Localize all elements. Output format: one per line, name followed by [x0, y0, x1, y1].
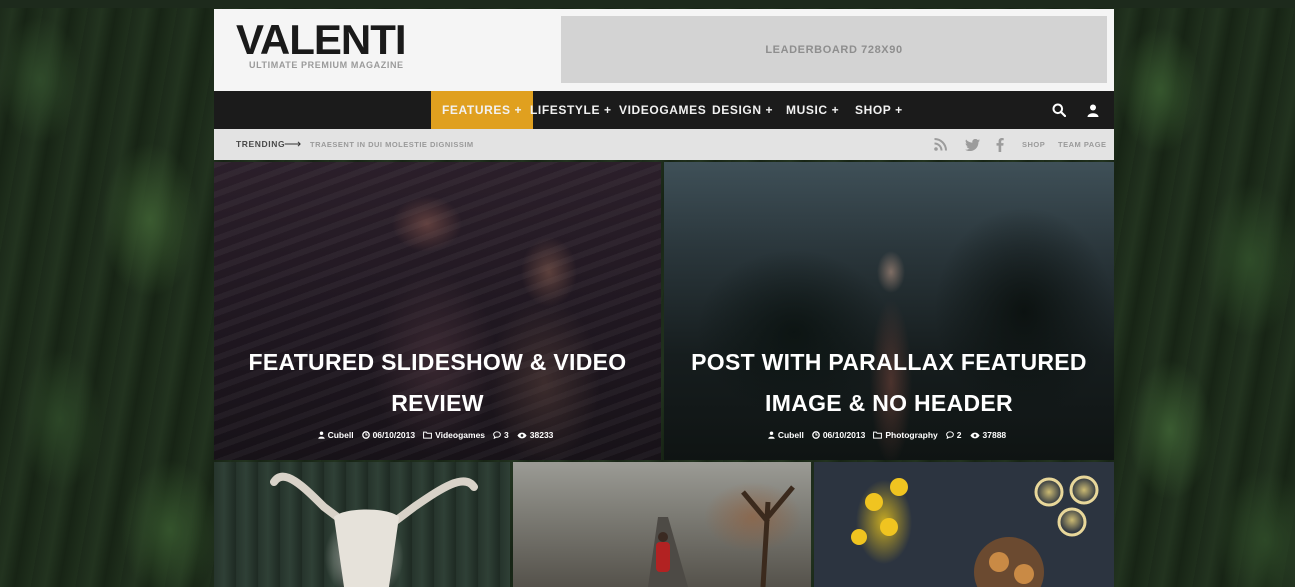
logo-title: VALENTI: [236, 16, 407, 63]
post-category[interactable]: Photography: [885, 430, 937, 440]
comment-icon: [945, 431, 954, 439]
road-walker-image: [648, 485, 795, 587]
trending-headline[interactable]: TRAESENT IN DUI MOLESTIE DIGNISSIM: [310, 129, 474, 160]
featured-post-title[interactable]: POST WITH PARALLAX FEATURED IMAGE & NO H…: [664, 342, 1114, 424]
clock-icon: [361, 431, 370, 439]
folder-icon: [873, 431, 883, 439]
logo-tagline: ULTIMATE PREMIUM MAGAZINE: [249, 60, 404, 70]
featured-post-title[interactable]: FEATURED SLIDESHOW & VIDEO REVIEW: [214, 342, 661, 424]
nav-item-shop[interactable]: SHOP +: [855, 91, 903, 129]
clock-icon: [811, 431, 820, 439]
nav-item-design[interactable]: DESIGN +: [712, 91, 773, 129]
eye-icon: [969, 432, 980, 438]
post-author[interactable]: Cubell: [328, 430, 354, 440]
nav-item-videogames[interactable]: VIDEOGAMES: [619, 91, 706, 129]
shop-link[interactable]: SHOP: [1022, 129, 1045, 160]
team-page-link[interactable]: TEAM PAGE: [1058, 129, 1107, 160]
comment-count[interactable]: 2: [957, 430, 962, 440]
site-logo[interactable]: VALENTI ULTIMATE PREMIUM MAGAZINE: [236, 16, 407, 71]
nav-item-features[interactable]: FEATURES +: [431, 91, 534, 129]
twitter-icon[interactable]: [965, 129, 980, 160]
eye-icon: [517, 432, 527, 438]
post-thumbnail-2[interactable]: [513, 462, 811, 587]
nav-item-music[interactable]: MUSIC +: [786, 91, 839, 129]
site-container: VALENTI ULTIMATE PREMIUM MAGAZINE LEADER…: [214, 9, 1114, 587]
featured-title-line: POST WITH PARALLAX FEATURED: [691, 349, 1087, 375]
site-header: VALENTI ULTIMATE PREMIUM MAGAZINE LEADER…: [214, 9, 1114, 91]
featured-post-2[interactable]: POST WITH PARALLAX FEATURED IMAGE & NO H…: [664, 162, 1114, 460]
daffodils-lemons-image: [851, 475, 1099, 587]
view-count: 37888: [982, 430, 1007, 440]
trending-label: TRENDING: [236, 139, 286, 149]
post-meta: Cubell 06/10/2013 Photography 2 37888: [664, 430, 1114, 440]
featured-post-1[interactable]: FEATURED SLIDESHOW & VIDEO REVIEW Cubell…: [214, 162, 661, 460]
user-icon: [317, 431, 325, 439]
leaderboard-ad[interactable]: LEADERBOARD 728X90: [561, 16, 1107, 83]
view-count: 38233: [529, 430, 554, 440]
post-thumbnail-3[interactable]: [814, 462, 1114, 587]
skull-horns-image: [270, 472, 478, 587]
user-icon[interactable]: [1087, 91, 1099, 129]
post-author[interactable]: Cubell: [778, 430, 804, 440]
facebook-icon[interactable]: [996, 129, 1004, 160]
trending-bar: TRENDING ⟶ TRAESENT IN DUI MOLESTIE DIGN…: [214, 129, 1114, 160]
search-icon[interactable]: [1052, 91, 1066, 129]
top-strip: [0, 0, 1295, 8]
featured-title-line: FEATURED SLIDESHOW & VIDEO: [248, 349, 627, 375]
featured-title-line: IMAGE & NO HEADER: [765, 390, 1013, 416]
rss-icon[interactable]: [934, 129, 947, 160]
nav-item-lifestyle[interactable]: LIFESTYLE +: [530, 91, 612, 129]
post-date: 06/10/2013: [372, 430, 416, 440]
post-category[interactable]: Videogames: [435, 430, 485, 440]
post-thumbnail-1[interactable]: [214, 462, 510, 587]
comment-count[interactable]: 3: [504, 430, 509, 440]
comment-icon: [493, 431, 501, 439]
main-nav: FEATURES + LIFESTYLE + VIDEOGAMES DESIGN…: [214, 91, 1114, 129]
post-meta: Cubell 06/10/2013 Videogames 3 38233: [214, 430, 661, 440]
user-icon: [768, 431, 775, 439]
folder-icon: [423, 431, 433, 439]
featured-title-line: REVIEW: [391, 390, 484, 416]
post-date: 06/10/2013: [822, 430, 866, 440]
arrow-right-icon: ⟶: [284, 137, 302, 151]
